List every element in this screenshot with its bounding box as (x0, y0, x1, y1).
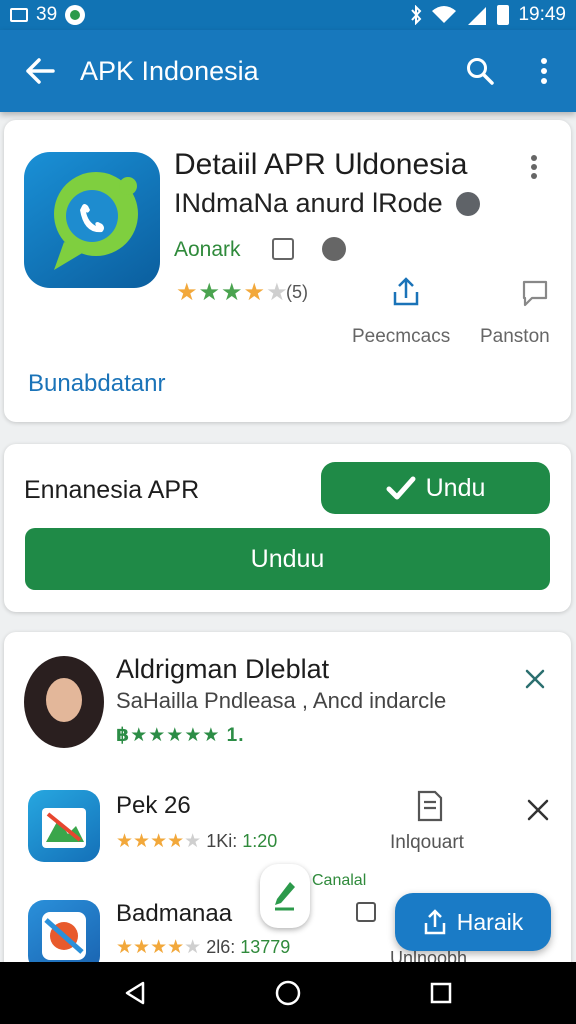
download-small-button-label: Undu (425, 473, 486, 502)
bluetooth-icon (411, 5, 422, 25)
back-nav-button[interactable] (123, 980, 147, 1006)
document-label[interactable]: Inlqouart (390, 832, 464, 854)
app-developer[interactable]: INdmaNa anurd lRode (174, 188, 443, 219)
signal-icon (468, 7, 487, 25)
battery-icon (497, 5, 510, 25)
app-name: Detaiil APR Uldonesia (174, 148, 468, 181)
tools-icon (527, 799, 549, 821)
overflow-menu-button[interactable] (512, 30, 576, 112)
more-vert-icon (531, 155, 537, 179)
download-card: Ennanesia APR Undu Unduu (4, 444, 571, 612)
related-app-name[interactable]: Pek 26 (116, 792, 191, 820)
status-time: 19:49 (518, 4, 566, 25)
app-notification-icon (65, 5, 86, 25)
share-fab[interactable]: Haraik (395, 893, 551, 951)
wifi-icon (432, 6, 457, 23)
rating-count: (5) (286, 282, 308, 302)
rating-stars: ★★★★★ (176, 279, 289, 306)
user-name[interactable]: Aldrigman Dleblat (116, 654, 329, 685)
arrow-back-icon (26, 58, 55, 84)
app-icon (24, 152, 160, 288)
related-app-meta: ★★★★★ 2l6: 13779 (116, 937, 291, 958)
upload-icon (424, 909, 446, 935)
document-icon (417, 790, 443, 822)
app-detail-card: Detaiil APR Uldonesia INdmaNa anurd lRod… (4, 120, 571, 422)
editors-choice-icon (322, 237, 346, 261)
check-icon (386, 476, 416, 500)
app-bar: APK Indonesia (0, 30, 576, 112)
share-icon (393, 277, 419, 306)
user-rating: ฿★★★★★ 1. (116, 725, 245, 746)
download-button[interactable]: Unduu (25, 528, 550, 590)
navigation-bar (0, 962, 576, 1024)
more-info-link[interactable]: Bunabdatanr (28, 370, 165, 398)
chat-icon (522, 280, 548, 307)
edit-fab[interactable] (260, 864, 310, 928)
page-title: APK Indonesia (80, 55, 259, 86)
card-menu-button[interactable] (530, 154, 538, 185)
info-icon[interactable] (456, 192, 480, 216)
share-label[interactable]: Peecmcacs (352, 326, 450, 348)
close-icon (525, 669, 545, 689)
home-button[interactable] (274, 979, 302, 1007)
download-card-label: Ennanesia APR (24, 476, 200, 504)
document-button[interactable] (416, 790, 444, 827)
content-rating-icon (272, 238, 294, 260)
share-button[interactable] (390, 276, 422, 313)
related-app-name[interactable]: Badmanaa (116, 900, 232, 928)
tools-button[interactable] (526, 798, 550, 827)
pen-icon (275, 882, 295, 911)
related-app-meta: ★★★★★ 1Ki: 1:20 (116, 831, 278, 852)
search-icon (467, 58, 494, 85)
status-bar: 39 19:49 (0, 0, 576, 30)
search-button[interactable] (448, 30, 512, 112)
review-button[interactable] (520, 278, 550, 313)
download-button-label: Unduu (250, 544, 325, 573)
gallery-notification-icon (10, 8, 28, 22)
category-label[interactable]: Aonark (174, 238, 241, 262)
back-button[interactable] (0, 30, 80, 112)
avatar (24, 656, 104, 748)
user-subtitle: SaHailla Pndleasa , Ancd indarcle (116, 688, 447, 713)
more-vert-icon (541, 58, 547, 84)
download-small-button[interactable]: Undu (321, 462, 550, 514)
dismiss-button[interactable] (524, 668, 546, 695)
edit-fab-label: Canalal (312, 872, 367, 889)
review-label[interactable]: Panston (480, 326, 550, 348)
notification-count: 39 (36, 4, 58, 25)
recents-button[interactable] (429, 981, 453, 1005)
share-fab-label: Haraik (456, 908, 524, 935)
bookmark-icon[interactable] (356, 902, 376, 922)
related-app-icon[interactable] (28, 790, 100, 862)
